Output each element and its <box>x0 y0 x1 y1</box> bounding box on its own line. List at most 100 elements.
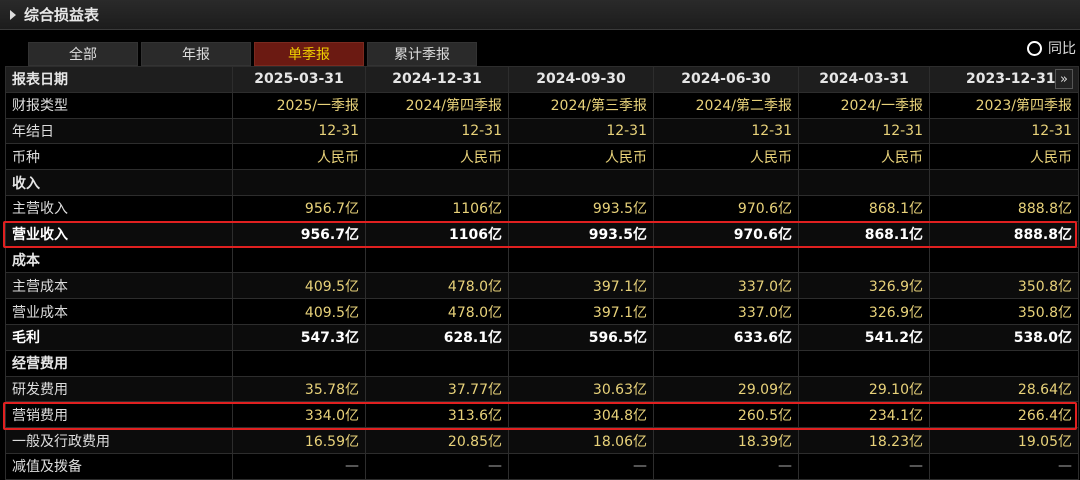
row-value: 326.9亿 <box>798 298 930 325</box>
header-date[interactable]: 2024-12-31 <box>365 66 509 93</box>
row-value: 397.1亿 <box>508 272 654 300</box>
header-date[interactable]: 2025-03-31 <box>232 66 366 93</box>
row-value: 970.6亿 <box>653 220 799 248</box>
row-value: 人民币 <box>929 143 1079 171</box>
tab-cumulative-quarter[interactable]: 累计季报 <box>367 42 477 66</box>
row-value: 888.8亿 <box>929 194 1079 222</box>
row-value: 956.7亿 <box>232 220 366 248</box>
row-value: 18.23亿 <box>798 427 930 454</box>
row-value: 397.1亿 <box>508 298 654 325</box>
table-header-row: 报表日期 2025-03-31 2024-12-31 2024-09-30 20… <box>5 66 1079 93</box>
table-row[interactable]: 一般及行政费用 16.59亿 20.85亿 18.06亿 18.39亿 18.23亿 19.… <box>5 427 1079 454</box>
tab-annual[interactable]: 年报 <box>141 42 251 66</box>
row-value: 2023/第四季报 <box>929 91 1079 119</box>
row-value: 234.1亿 <box>798 401 930 429</box>
header-date[interactable]: 2024-03-31 <box>798 66 930 93</box>
row-label: 一般及行政费用 <box>5 427 233 454</box>
collapse-triangle-icon[interactable] <box>10 9 16 20</box>
row-value: 409.5亿 <box>232 298 366 325</box>
row-value <box>365 246 509 274</box>
row-value <box>653 349 799 377</box>
row-value <box>508 349 654 377</box>
row-label: 营业成本 <box>5 298 233 325</box>
tab-single-quarter[interactable]: 单季报 <box>254 42 364 66</box>
table-row[interactable]: 财报类型 2025/一季报 2024/第四季报 2024/第三季报 2024/第二季报 2… <box>5 91 1079 119</box>
row-value: 633.6亿 <box>653 323 799 351</box>
table-row[interactable]: 币种 人民币 人民币 人民币 人民币 人民币 人民币 <box>5 143 1079 171</box>
row-value: 19.05亿 <box>929 427 1079 454</box>
table-row[interactable]: 收入 <box>5 169 1079 196</box>
row-label: 成本 <box>5 246 233 274</box>
row-label: 币种 <box>5 143 233 171</box>
table-row[interactable]: 经营费用 <box>5 349 1079 377</box>
row-value <box>929 349 1079 377</box>
row-label: 经营费用 <box>5 349 233 377</box>
table-body: 财报类型 2025/一季报 2024/第四季报 2024/第三季报 2024/第二季报 2… <box>5 91 1079 480</box>
row-value: 人民币 <box>653 143 799 171</box>
table-row[interactable]: 营业成本 409.5亿 478.0亿 397.1亿 337.0亿 326.9亿 350.8亿 <box>5 298 1079 325</box>
row-value: 304.8亿 <box>508 401 654 429</box>
row-value: 2024/第三季报 <box>508 91 654 119</box>
table-row[interactable]: 年结日 12-31 12-31 12-31 12-31 12-31 12-31 <box>5 117 1079 145</box>
income-statement-table: 报表日期 2025-03-31 2024-12-31 2024-09-30 20… <box>5 66 1079 480</box>
row-value: 28.64亿 <box>929 375 1079 403</box>
row-value <box>365 349 509 377</box>
row-value: — <box>232 452 366 480</box>
row-value: 2024/第二季报 <box>653 91 799 119</box>
table-row[interactable]: 营业收入 956.7亿 1106亿 993.5亿 970.6亿 868.1亿 888.8亿 <box>5 220 1079 248</box>
row-value: 人民币 <box>365 143 509 171</box>
table-row[interactable]: 营销费用 334.0亿 313.6亿 304.8亿 260.5亿 234.1亿 266.4亿 <box>5 401 1079 429</box>
yoy-toggle[interactable]: 同比 <box>1027 38 1076 58</box>
row-label: 研发费用 <box>5 375 233 403</box>
row-value: 326.9亿 <box>798 272 930 300</box>
scroll-right-button[interactable]: » <box>1055 69 1073 89</box>
row-label: 财报类型 <box>5 91 233 119</box>
row-value: 888.8亿 <box>929 220 1079 248</box>
row-value: 12-31 <box>508 117 654 145</box>
row-value: 993.5亿 <box>508 220 654 248</box>
table-row[interactable]: 减值及拨备 — — — — — — <box>5 452 1079 480</box>
row-value: 538.0亿 <box>929 323 1079 351</box>
row-value: 478.0亿 <box>365 272 509 300</box>
row-value <box>365 169 509 196</box>
row-value: 596.5亿 <box>508 323 654 351</box>
row-value: 313.6亿 <box>365 401 509 429</box>
row-value <box>653 246 799 274</box>
tab-all[interactable]: 全部 <box>28 42 138 66</box>
row-value: 人民币 <box>232 143 366 171</box>
row-value: — <box>798 452 930 480</box>
row-value: 人民币 <box>508 143 654 171</box>
header-report-date: 报表日期 <box>5 66 233 93</box>
row-value <box>232 246 366 274</box>
row-value: 20.85亿 <box>365 427 509 454</box>
row-value: 970.6亿 <box>653 194 799 222</box>
row-label: 营销费用 <box>5 401 233 429</box>
table-row[interactable]: 成本 <box>5 246 1079 274</box>
row-label: 年结日 <box>5 117 233 145</box>
row-value: 478.0亿 <box>365 298 509 325</box>
row-value: 993.5亿 <box>508 194 654 222</box>
row-label: 减值及拨备 <box>5 452 233 480</box>
row-value <box>508 246 654 274</box>
row-value: 16.59亿 <box>232 427 366 454</box>
radio-circle-icon[interactable] <box>1027 40 1042 56</box>
row-label: 营业收入 <box>5 220 233 248</box>
row-value: 628.1亿 <box>365 323 509 351</box>
header-date[interactable]: 2024-09-30 <box>508 66 654 93</box>
table-row[interactable]: 主营收入 956.7亿 1106亿 993.5亿 970.6亿 868.1亿 888.8亿 <box>5 194 1079 222</box>
panel-header[interactable]: 综合损益表 <box>0 0 1080 30</box>
row-value <box>929 169 1079 196</box>
row-value: 266.4亿 <box>929 401 1079 429</box>
table-row[interactable]: 毛利 547.3亿 628.1亿 596.5亿 633.6亿 541.2亿 538.0亿 <box>5 323 1079 351</box>
row-label: 收入 <box>5 169 233 196</box>
row-value: 29.10亿 <box>798 375 930 403</box>
row-label: 主营收入 <box>5 194 233 222</box>
row-value: — <box>365 452 509 480</box>
row-value: 260.5亿 <box>653 401 799 429</box>
table-row[interactable]: 主营成本 409.5亿 478.0亿 397.1亿 337.0亿 326.9亿 350.8亿 <box>5 272 1079 300</box>
table-row[interactable]: 研发费用 35.78亿 37.77亿 30.63亿 29.09亿 29.10亿 28.64亿 <box>5 375 1079 403</box>
row-value: 1106亿 <box>365 194 509 222</box>
row-value: 541.2亿 <box>798 323 930 351</box>
header-date[interactable]: 2024-06-30 <box>653 66 799 93</box>
row-value: 1106亿 <box>365 220 509 248</box>
